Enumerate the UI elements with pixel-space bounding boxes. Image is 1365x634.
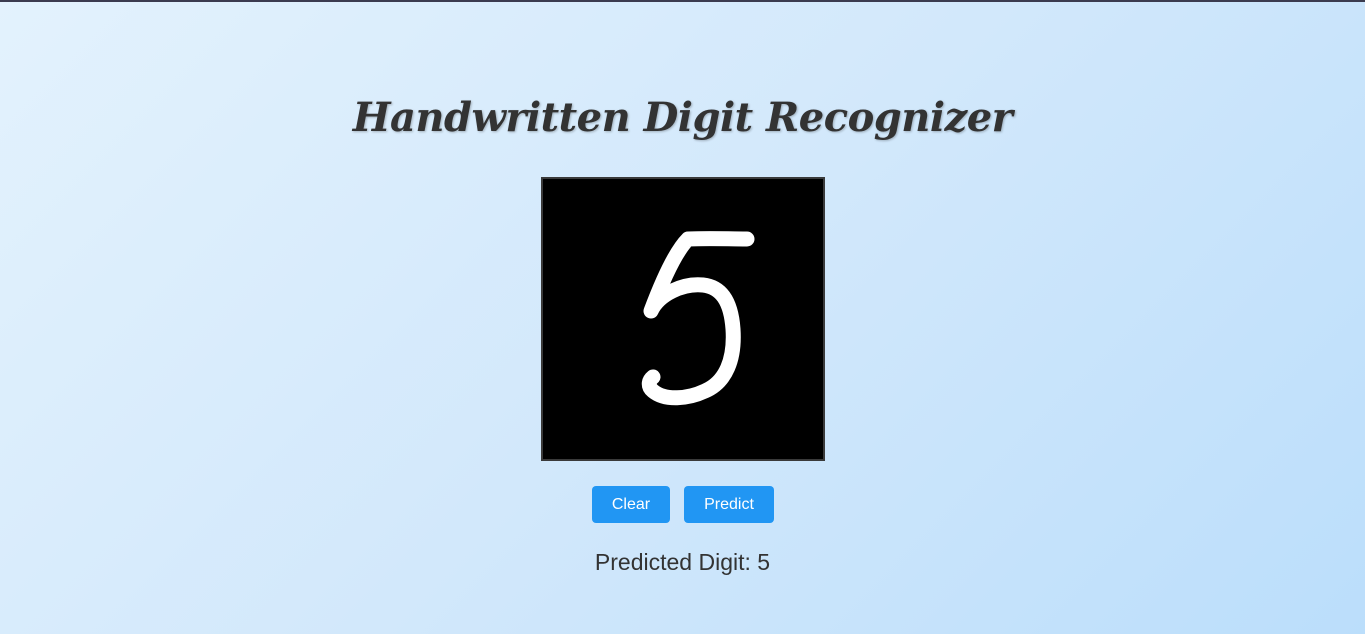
drawing-canvas[interactable] (541, 177, 825, 461)
predict-button[interactable]: Predict (684, 486, 774, 523)
prediction-result: Predicted Digit: 5 (594, 549, 771, 575)
drawn-digit-stroke (641, 231, 755, 406)
app-container: Handwritten Digit Recognizer Clear Predi… (0, 2, 1365, 634)
button-row: Clear Predict (0, 486, 1365, 524)
clear-button[interactable]: Clear (592, 486, 670, 523)
page-title: Handwritten Digit Recognizer (352, 94, 1013, 141)
